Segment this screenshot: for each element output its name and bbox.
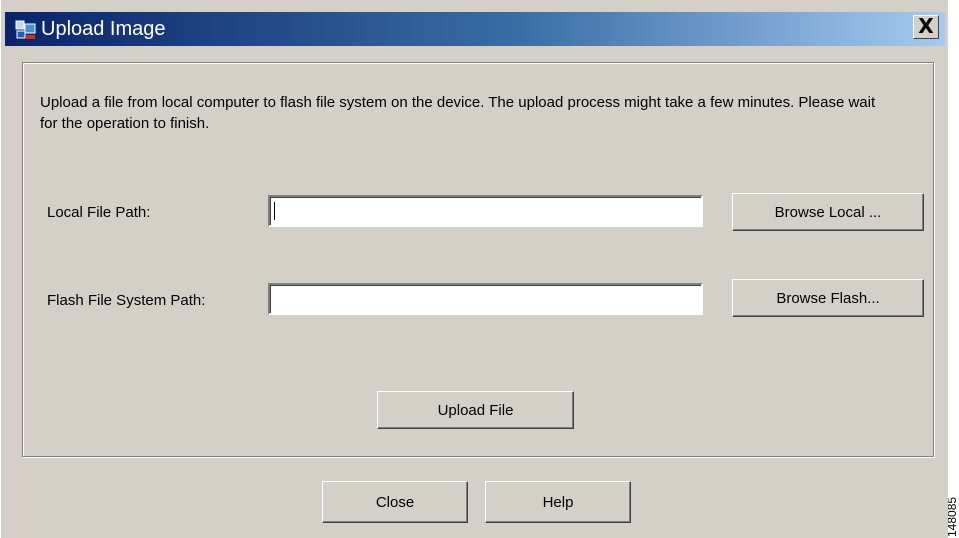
- text-caret: [274, 202, 275, 220]
- figure-id-text: 148085: [948, 496, 959, 537]
- instructions-text: Upload a file from local computer to fla…: [40, 94, 876, 132]
- title-bar[interactable]: Upload Image X: [5, 12, 945, 46]
- figure-id-label: 148085: [948, 470, 959, 538]
- help-button[interactable]: Help: [485, 481, 631, 523]
- local-file-path-input[interactable]: [268, 195, 703, 227]
- flash-file-system-path-label: Flash File System Path:: [47, 292, 206, 309]
- upload-image-dialog: Upload Image X Upload a file from local …: [0, 0, 948, 538]
- device-manager-icon: [15, 20, 36, 39]
- dialog-title: Upload Image: [41, 18, 166, 40]
- browse-flash-button[interactable]: Browse Flash...: [732, 279, 924, 317]
- upload-file-button[interactable]: Upload File: [377, 391, 574, 429]
- flash-file-system-path-input[interactable]: [268, 283, 703, 315]
- close-button[interactable]: Close: [322, 481, 468, 523]
- local-file-path-label: Local File Path:: [47, 204, 151, 221]
- close-icon: X: [918, 14, 934, 38]
- browse-local-button[interactable]: Browse Local ...: [732, 193, 924, 231]
- close-window-button[interactable]: X: [913, 15, 939, 39]
